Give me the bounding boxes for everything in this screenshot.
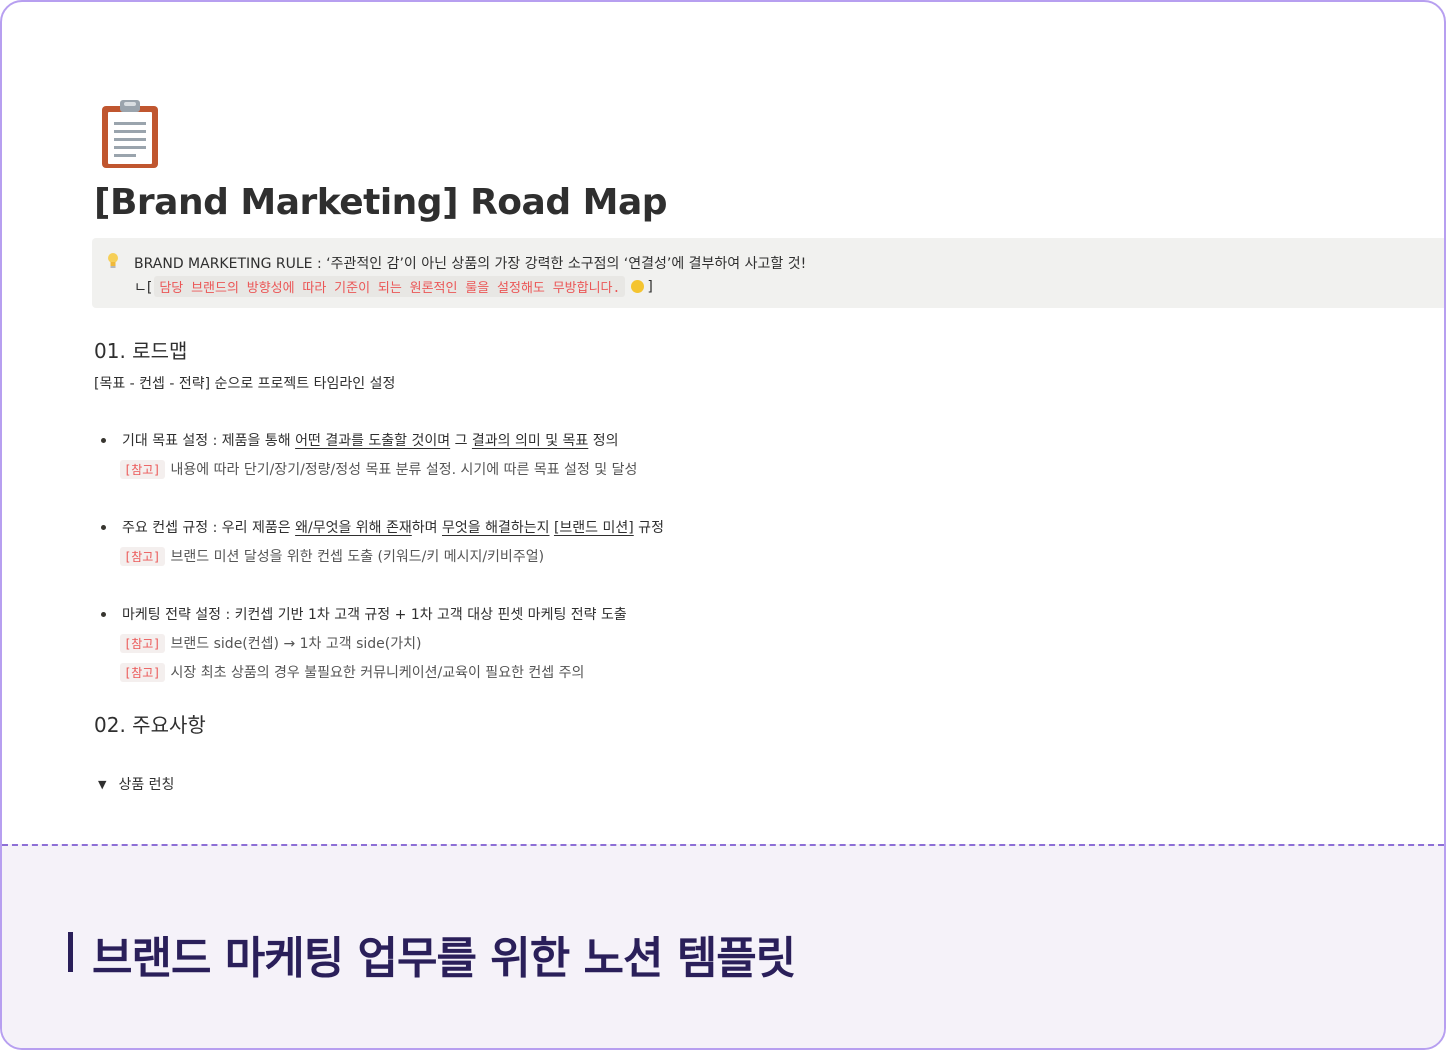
callout-note-prefix: ㄴ[ (134, 279, 153, 296)
smiley-icon (631, 280, 645, 293)
text-run: 규정 (633, 520, 664, 536)
note-text: 내용에 따라 단기/장기/정량/정성 목표 분류 설정. 시기에 따른 목표 설… (170, 462, 638, 478)
clipboard-icon[interactable] (100, 98, 160, 170)
caption-banner: 브랜드 마케팅 업무를 위한 노션 템플릿 (2, 844, 1444, 1048)
toggle-label: 상품 런칭 (118, 777, 175, 793)
note-row[interactable]: [참고] 브랜드 미션 달성을 위한 컨셉 도출 (키워드/키 메시지/키비주얼… (120, 546, 544, 566)
lightbulb-icon (108, 253, 118, 268)
section-heading-notes[interactable]: 02. 주요사항 (94, 709, 206, 738)
note-tag: [참고] (120, 546, 165, 566)
section-heading-roadmap[interactable]: 01. 로드맵 (94, 335, 187, 364)
text-run: 정의 (588, 433, 619, 449)
text-run: 그 (450, 433, 472, 449)
callout-inline-code: 담당 브랜드의 방향성에 따라 기준이 되는 원론적인 룰을 설정해도 무방합니… (154, 276, 626, 297)
text-run: 하며 (411, 520, 442, 536)
text-run-underlined: 왜/무엇을 위해 존재 (295, 520, 412, 536)
note-tag: [참고] (120, 662, 165, 682)
note-text: 브랜드 side(컨셉) → 1차 고객 side(가치) (170, 636, 422, 652)
template-card: [Brand Marketing] Road Map BRAND MARKETI… (0, 0, 1446, 1050)
page-title[interactable]: [Brand Marketing] Road Map (94, 182, 668, 223)
list-item[interactable]: 마케팅 전략 설정 : 키컨셉 기반 1차 고객 규정 + 1차 고객 대상 핀… (98, 604, 627, 624)
bullet-text: 마케팅 전략 설정 : 키컨셉 기반 1차 고객 규정 + 1차 고객 대상 핀… (122, 607, 627, 623)
text-run: 기대 목표 설정 : 제품을 통해 (122, 433, 296, 449)
text-run: 주요 컨셉 규정 : 우리 제품은 (122, 520, 296, 536)
bullet-icon (101, 611, 106, 617)
text-run-underlined: 결과의 의미 및 목표 (471, 433, 589, 449)
callout-block[interactable]: BRAND MARKETING RULE : ‘주관적인 감’이 아닌 상품의 … (92, 238, 1444, 308)
note-row[interactable]: [참고] 브랜드 side(컨셉) → 1차 고객 side(가치) (120, 633, 421, 653)
callout-rule-text: BRAND MARKETING RULE : ‘주관적인 감’이 아닌 상품의 … (134, 256, 807, 272)
toggle-arrow-icon[interactable]: ▼ (98, 778, 106, 791)
text-run-underlined: [브랜드 미션] (553, 520, 634, 536)
text-run-underlined: 무엇을 해결하는지 (442, 520, 550, 536)
note-tag: [참고] (120, 459, 165, 479)
toggle-block-product-launch[interactable]: ▼ 상품 런칭 (98, 774, 174, 794)
list-item[interactable]: 기대 목표 설정 : 제품을 통해 어떤 결과를 도출할 것이며 그 결과의 의… (98, 430, 619, 450)
note-text: 시장 최초 상품의 경우 불필요한 커뮤니케이션/교육이 필요한 컨셉 주의 (170, 665, 585, 681)
note-row[interactable]: [참고] 내용에 따라 단기/장기/정량/정성 목표 분류 설정. 시기에 따른… (120, 459, 637, 479)
note-text: 브랜드 미션 달성을 위한 컨셉 도출 (키워드/키 메시지/키비주얼) (170, 549, 545, 565)
bullet-text: 주요 컨셉 규정 : 우리 제품은 왜/무엇을 위해 존재하며 무엇을 해결하는… (122, 517, 664, 537)
note-tag: [참고] (120, 633, 165, 653)
bullet-icon (101, 437, 106, 443)
bullet-text: 기대 목표 설정 : 제품을 통해 어떤 결과를 도출할 것이며 그 결과의 의… (122, 430, 619, 450)
text-run-underlined: 어떤 결과를 도출할 것이며 (295, 433, 451, 449)
banner-accent-bar (68, 932, 73, 972)
callout-note-suffix: ] (647, 278, 653, 295)
banner-caption: 브랜드 마케팅 업무를 위한 노션 템플릿 (92, 933, 796, 984)
section-subtext: [목표 - 컨셉 - 전략] 순으로 프로젝트 타임라인 설정 (94, 376, 396, 392)
note-row[interactable]: [참고] 시장 최초 상품의 경우 불필요한 커뮤니케이션/교육이 필요한 컨셉… (120, 662, 584, 682)
list-item[interactable]: 주요 컨셉 규정 : 우리 제품은 왜/무엇을 위해 존재하며 무엇을 해결하는… (98, 517, 664, 537)
callout-note: ㄴ[ 담당 브랜드의 방향성에 따라 기준이 되는 원론적인 룰을 설정해도 무… (134, 276, 653, 297)
bullet-icon (101, 524, 106, 530)
